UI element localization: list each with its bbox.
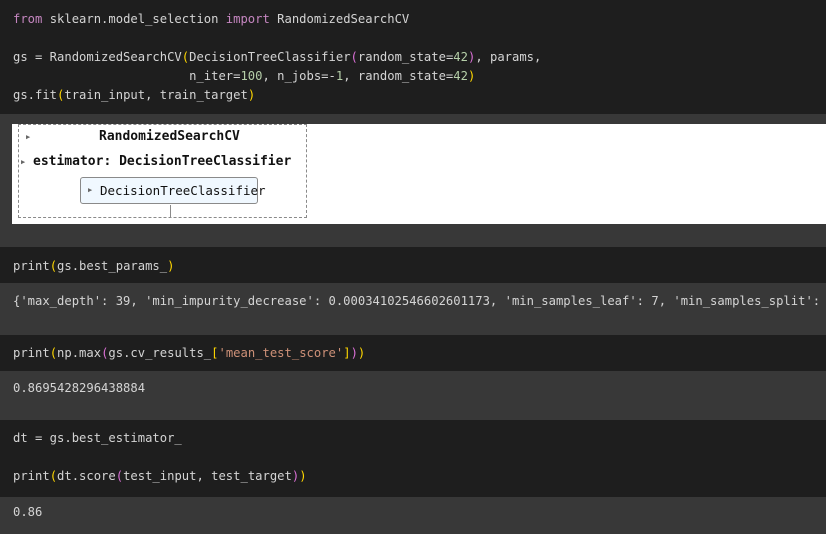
- output-text: {'max_depth': 39, 'min_impurity_decrease…: [13, 294, 826, 308]
- code-line: print(gs.best_params_): [13, 259, 174, 274]
- estimator-label[interactable]: estimator: DecisionTreeClassifier: [33, 154, 291, 169]
- output-text: 0.86: [13, 505, 43, 519]
- code-line: from sklearn.model_selection import Rand…: [13, 12, 409, 27]
- code-token: , params,: [475, 50, 542, 64]
- code-token: dt = gs.best_estimator_: [13, 431, 182, 445]
- code-token: ): [167, 259, 175, 273]
- code-token: sklearn.model_selection: [42, 12, 226, 26]
- code-token: DecisionTreeClassifier: [189, 50, 351, 64]
- code-token: train_input, train_target: [64, 88, 248, 102]
- code-token: ): [467, 69, 476, 83]
- code-token: print: [13, 259, 50, 273]
- code-line: print(np.max(gs.cv_results_['mean_test_s…: [13, 346, 365, 361]
- search-cv-title[interactable]: RandomizedSearchCV: [99, 129, 240, 144]
- code-token: dt.score: [57, 469, 116, 483]
- code-token: 42: [453, 69, 468, 83]
- code-token: gs.best_params_: [57, 259, 168, 273]
- search-cv-box: ▶ RandomizedSearchCV ▶ estimator: Decisi…: [18, 124, 307, 218]
- expand-triangle-icon[interactable]: ▶: [21, 158, 25, 166]
- code-token: (: [181, 50, 190, 64]
- code-token: ): [299, 469, 307, 483]
- code-token: ): [247, 88, 256, 102]
- code-token: print: [13, 469, 50, 483]
- code-token: , n_jobs=-: [262, 69, 336, 83]
- code-token: from: [13, 12, 43, 26]
- code-token: import: [225, 12, 270, 26]
- code-token: gs.cv_results_: [108, 346, 212, 360]
- code-line: n_iter=100, n_jobs=-1, random_state=42): [13, 69, 475, 84]
- code-cell-1[interactable]: from sklearn.model_selection import Rand…: [0, 0, 826, 114]
- code-token: (: [49, 346, 58, 360]
- code-line: gs.fit(train_input, train_target): [13, 88, 255, 103]
- code-token: (: [115, 469, 124, 483]
- code-token: 42: [453, 50, 468, 64]
- code-token: RandomizedSearchCV: [269, 12, 410, 26]
- code-token: (: [49, 469, 58, 483]
- code-token: random_state=: [357, 50, 454, 64]
- estimator-widget: ▶ RandomizedSearchCV ▶ estimator: Decisi…: [12, 124, 826, 224]
- code-token: ): [357, 346, 366, 360]
- code-token: ): [350, 346, 358, 360]
- code-line: print(dt.score(test_input, test_target)): [13, 469, 307, 484]
- code-token: (: [49, 259, 58, 273]
- code-token: gs = RandomizedSearchCV: [13, 50, 182, 64]
- expand-triangle-icon: ▶: [88, 186, 93, 194]
- code-token: , random_state=: [343, 69, 454, 83]
- connector-line: [170, 205, 171, 217]
- code-token: ]: [343, 346, 351, 360]
- code-cell-2[interactable]: print(gs.best_params_): [0, 247, 826, 283]
- code-token: 100: [240, 69, 263, 83]
- code-token: n_iter=: [13, 69, 241, 83]
- decision-tree-label: DecisionTreeClassifier: [100, 183, 266, 198]
- code-token: 'mean_test_score': [218, 346, 344, 360]
- output-text: 0.8695428296438884: [13, 381, 146, 395]
- code-line: dt = gs.best_estimator_: [13, 431, 182, 446]
- code-token: gs.fit: [13, 88, 58, 102]
- code-cell-4[interactable]: dt = gs.best_estimator_ print(dt.score(t…: [0, 420, 826, 497]
- output-cell-4: 0.86: [0, 497, 826, 534]
- code-token: np.max: [57, 346, 102, 360]
- code-cell-3[interactable]: print(np.max(gs.cv_results_['mean_test_s…: [0, 335, 826, 371]
- code-token: test_input, test_target: [123, 469, 292, 483]
- code-line: gs = RandomizedSearchCV(DecisionTreeClas…: [13, 50, 541, 65]
- code-token: print: [13, 346, 50, 360]
- output-cell-2: {'max_depth': 39, 'min_impurity_decrease…: [0, 283, 826, 333]
- output-cell-3: 0.8695428296438884: [0, 371, 826, 420]
- decision-tree-box[interactable]: ▶ DecisionTreeClassifier: [80, 177, 266, 204]
- expand-triangle-icon[interactable]: ▶: [26, 133, 30, 141]
- code-token: (: [350, 50, 358, 64]
